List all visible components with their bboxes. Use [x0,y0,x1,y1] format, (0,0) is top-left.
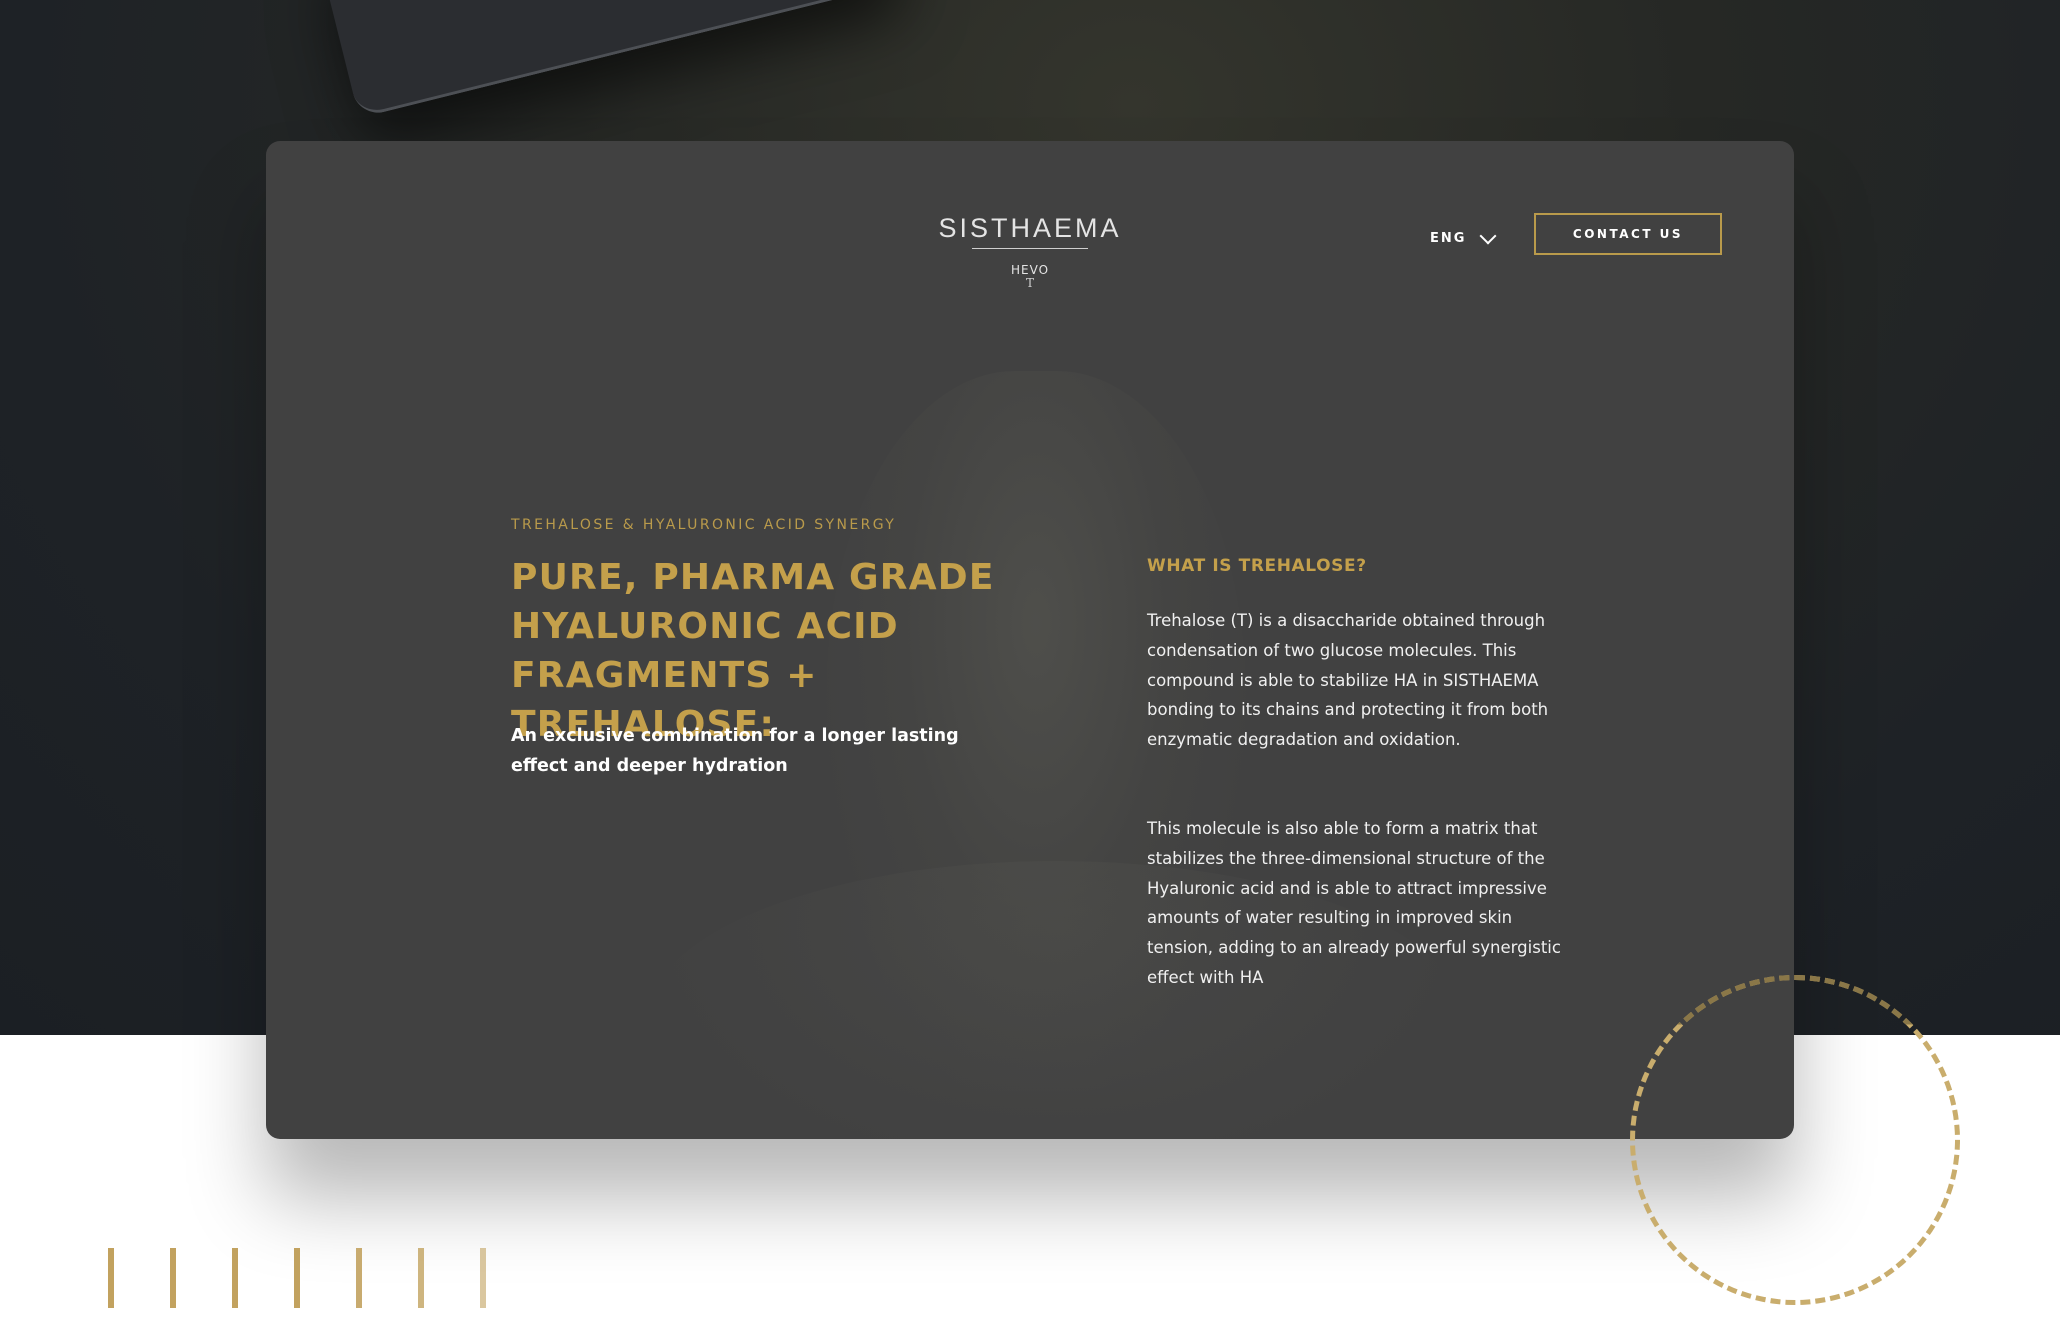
decorative-bar [108,1248,114,1308]
decorative-bar [294,1248,300,1308]
hero-card: SISTHAEMA HEVO T ENG CONTACT US TREHALOS… [266,141,1794,1139]
section-eyebrow: TREHALOSE & HYALURONIC ACID SYNERGY [511,517,897,533]
info-paragraph-1: Trehalose (T) is a disaccharide obtained… [1147,611,1549,750]
decorative-bar [232,1248,238,1308]
logo-mark-icon: T [1025,276,1034,290]
info-question-heading: WHAT IS TREHALOSE? [1147,556,1367,576]
language-selector[interactable]: ENG [1430,227,1497,246]
decorative-bars [108,1248,486,1308]
hero-lead-text: An exclusive combination for a longer la… [511,726,959,776]
logo-underline [972,248,1088,249]
hero-headline: PURE, PHARMA GRADE HYALURONIC ACID FRAGM… [511,557,995,745]
decorative-bar [418,1248,424,1308]
decorative-dashed-circle [1630,975,1960,1305]
decorative-bar [170,1248,176,1308]
info-paragraph-2: This molecule is also able to form a mat… [1147,819,1561,987]
decorative-bar [356,1248,362,1308]
decorative-bar [480,1248,486,1308]
language-label: ENG [1430,231,1467,246]
contact-us-button[interactable]: CONTACT US [1534,213,1722,255]
logo-subtext: HEVO [1010,263,1050,277]
contact-us-label: CONTACT US [1572,227,1684,241]
